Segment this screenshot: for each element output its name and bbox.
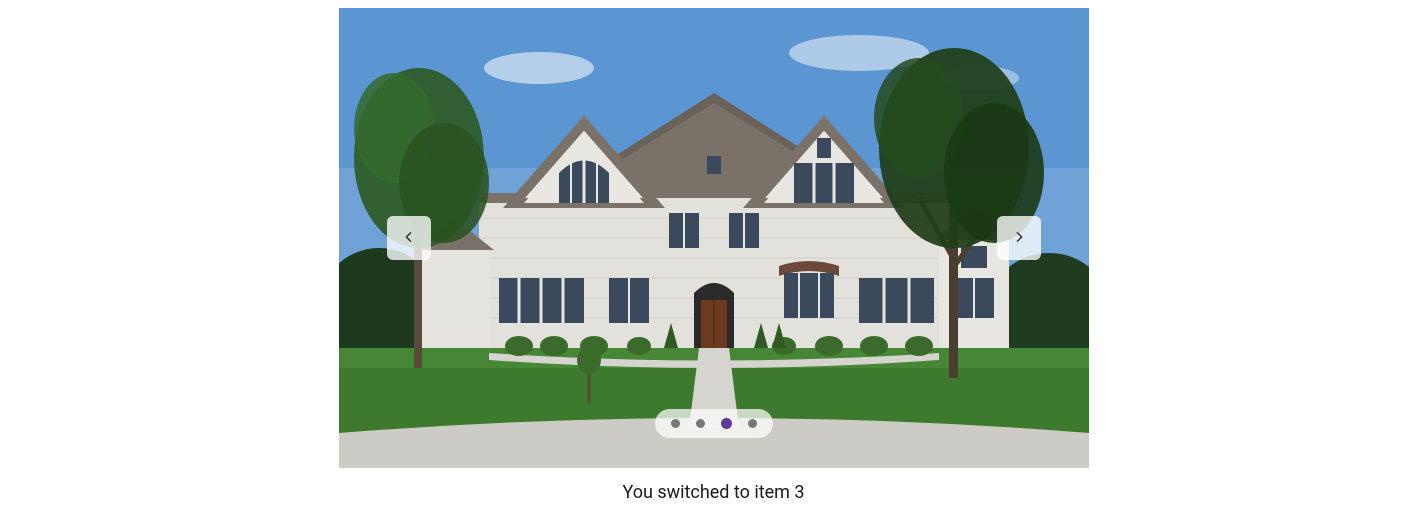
previous-button[interactable]	[387, 216, 431, 260]
next-button[interactable]	[997, 216, 1041, 260]
carousel-dot-1[interactable]	[671, 419, 680, 428]
carousel-dot-3[interactable]	[721, 418, 732, 429]
chevron-left-icon	[401, 229, 417, 248]
carousel-dot-2[interactable]	[696, 419, 705, 428]
carousel-indicators	[655, 409, 773, 438]
carousel-dot-4[interactable]	[748, 419, 757, 428]
carousel-slide-image	[339, 8, 1089, 468]
chevron-right-icon	[1011, 229, 1027, 248]
carousel	[339, 8, 1089, 468]
status-text: You switched to item 3	[622, 482, 804, 503]
